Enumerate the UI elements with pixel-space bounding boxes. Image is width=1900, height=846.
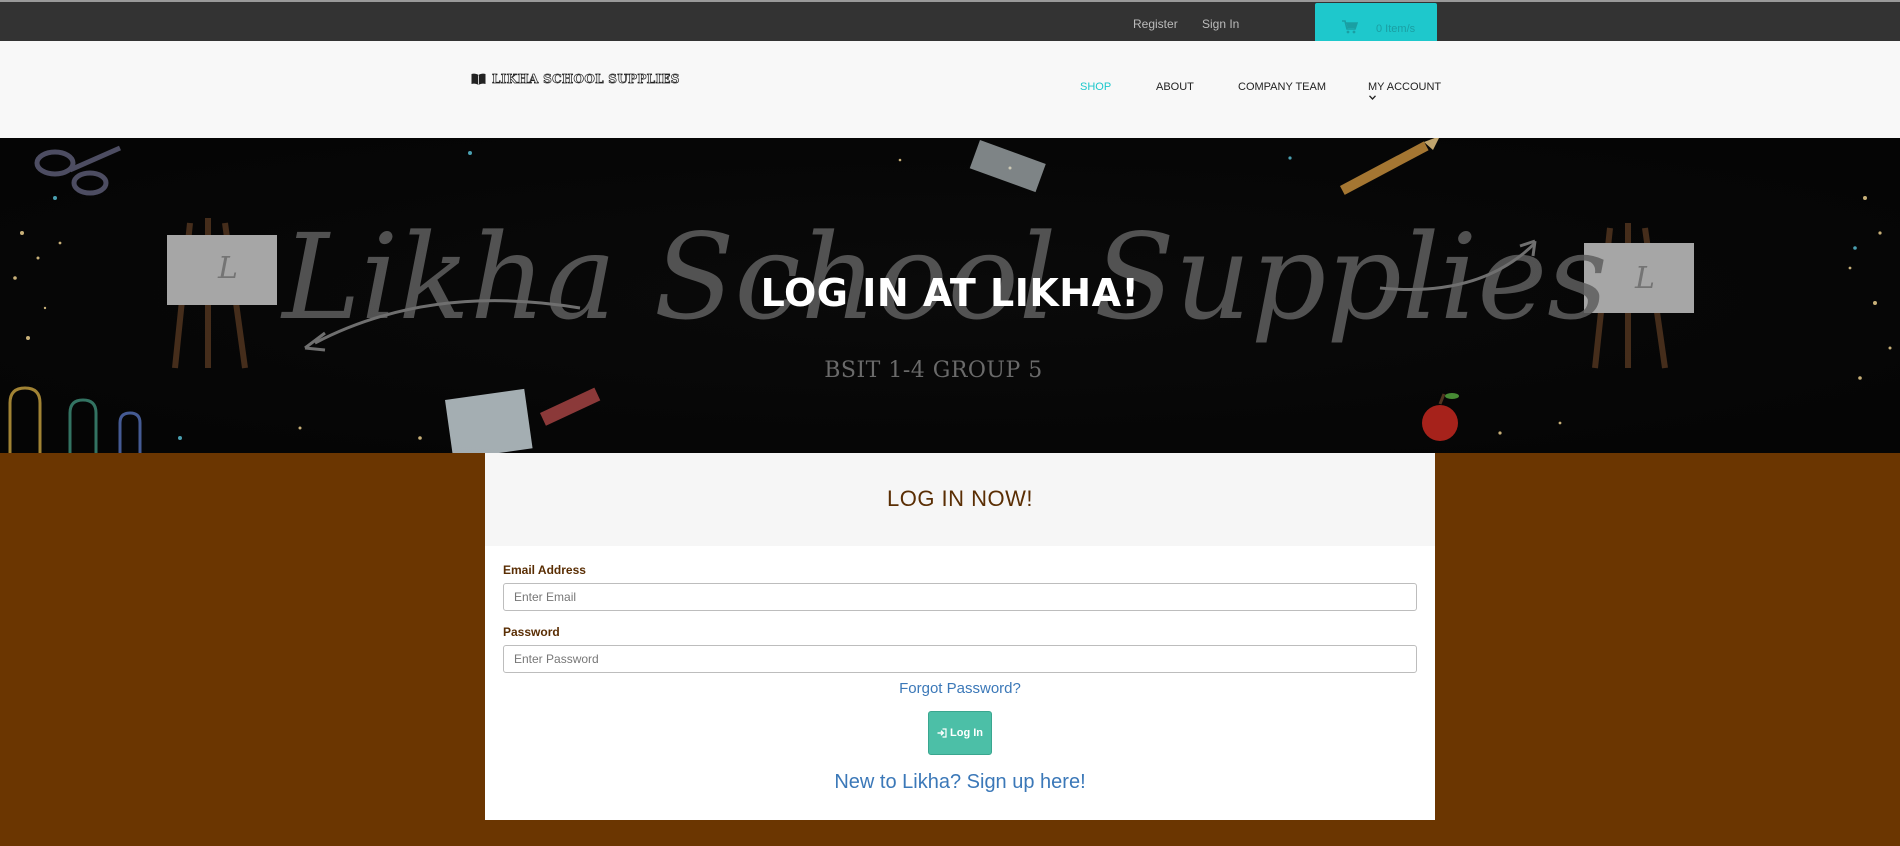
sign-in-icon [937,728,947,738]
email-field[interactable] [503,583,1417,611]
login-card: LOG IN NOW! Email Address Password Forgo… [485,453,1435,820]
nav-company-team[interactable]: COMPANY TEAM [1238,81,1326,93]
site-logo[interactable]: LIKHA SCHOOL SUPPLIES [471,72,680,86]
login-heading: LOG IN NOW! [886,486,1034,511]
hero-title: LOG IN AT LIKHA! [760,271,1140,315]
shopping-cart-icon [1342,20,1358,34]
email-label: Email Address [503,563,586,577]
login-card-header: LOG IN NOW! [485,453,1435,546]
cart-count: 0 Item/s [1376,23,1416,35]
nav-my-account[interactable]: MY ACCOUNT [1368,81,1441,93]
password-field[interactable] [503,645,1417,673]
cart-button[interactable]: 0 Item/s [1315,3,1437,43]
log-in-button[interactable]: Log In [928,711,992,755]
forgot-password-link[interactable]: Forgot Password? [485,680,1435,697]
main-header: LIKHA SCHOOL SUPPLIES SHOP ABOUT COMPANY… [0,41,1900,138]
nav-shop[interactable]: SHOP [1080,81,1111,93]
logo-text: LIKHA SCHOOL SUPPLIES [492,72,680,87]
sign-in-link[interactable]: Sign In [1202,17,1239,31]
sign-up-link[interactable]: New to Likha? Sign up here! [485,771,1435,794]
hero-subtitle: BSIT 1-4 GROUP 5 [824,358,1043,383]
hero-banner: L L Likha School Supplies LOG IN AT LIKH… [0,138,1900,453]
nav-about[interactable]: ABOUT [1156,81,1194,93]
chevron-down-icon[interactable] [1369,95,1376,100]
top-utility-bar: Register Sign In 0 Item/s [0,0,1900,43]
open-book-icon [471,73,486,85]
password-label: Password [503,625,560,639]
register-link[interactable]: Register [1133,17,1178,31]
log-in-button-label: Log In [950,727,983,739]
